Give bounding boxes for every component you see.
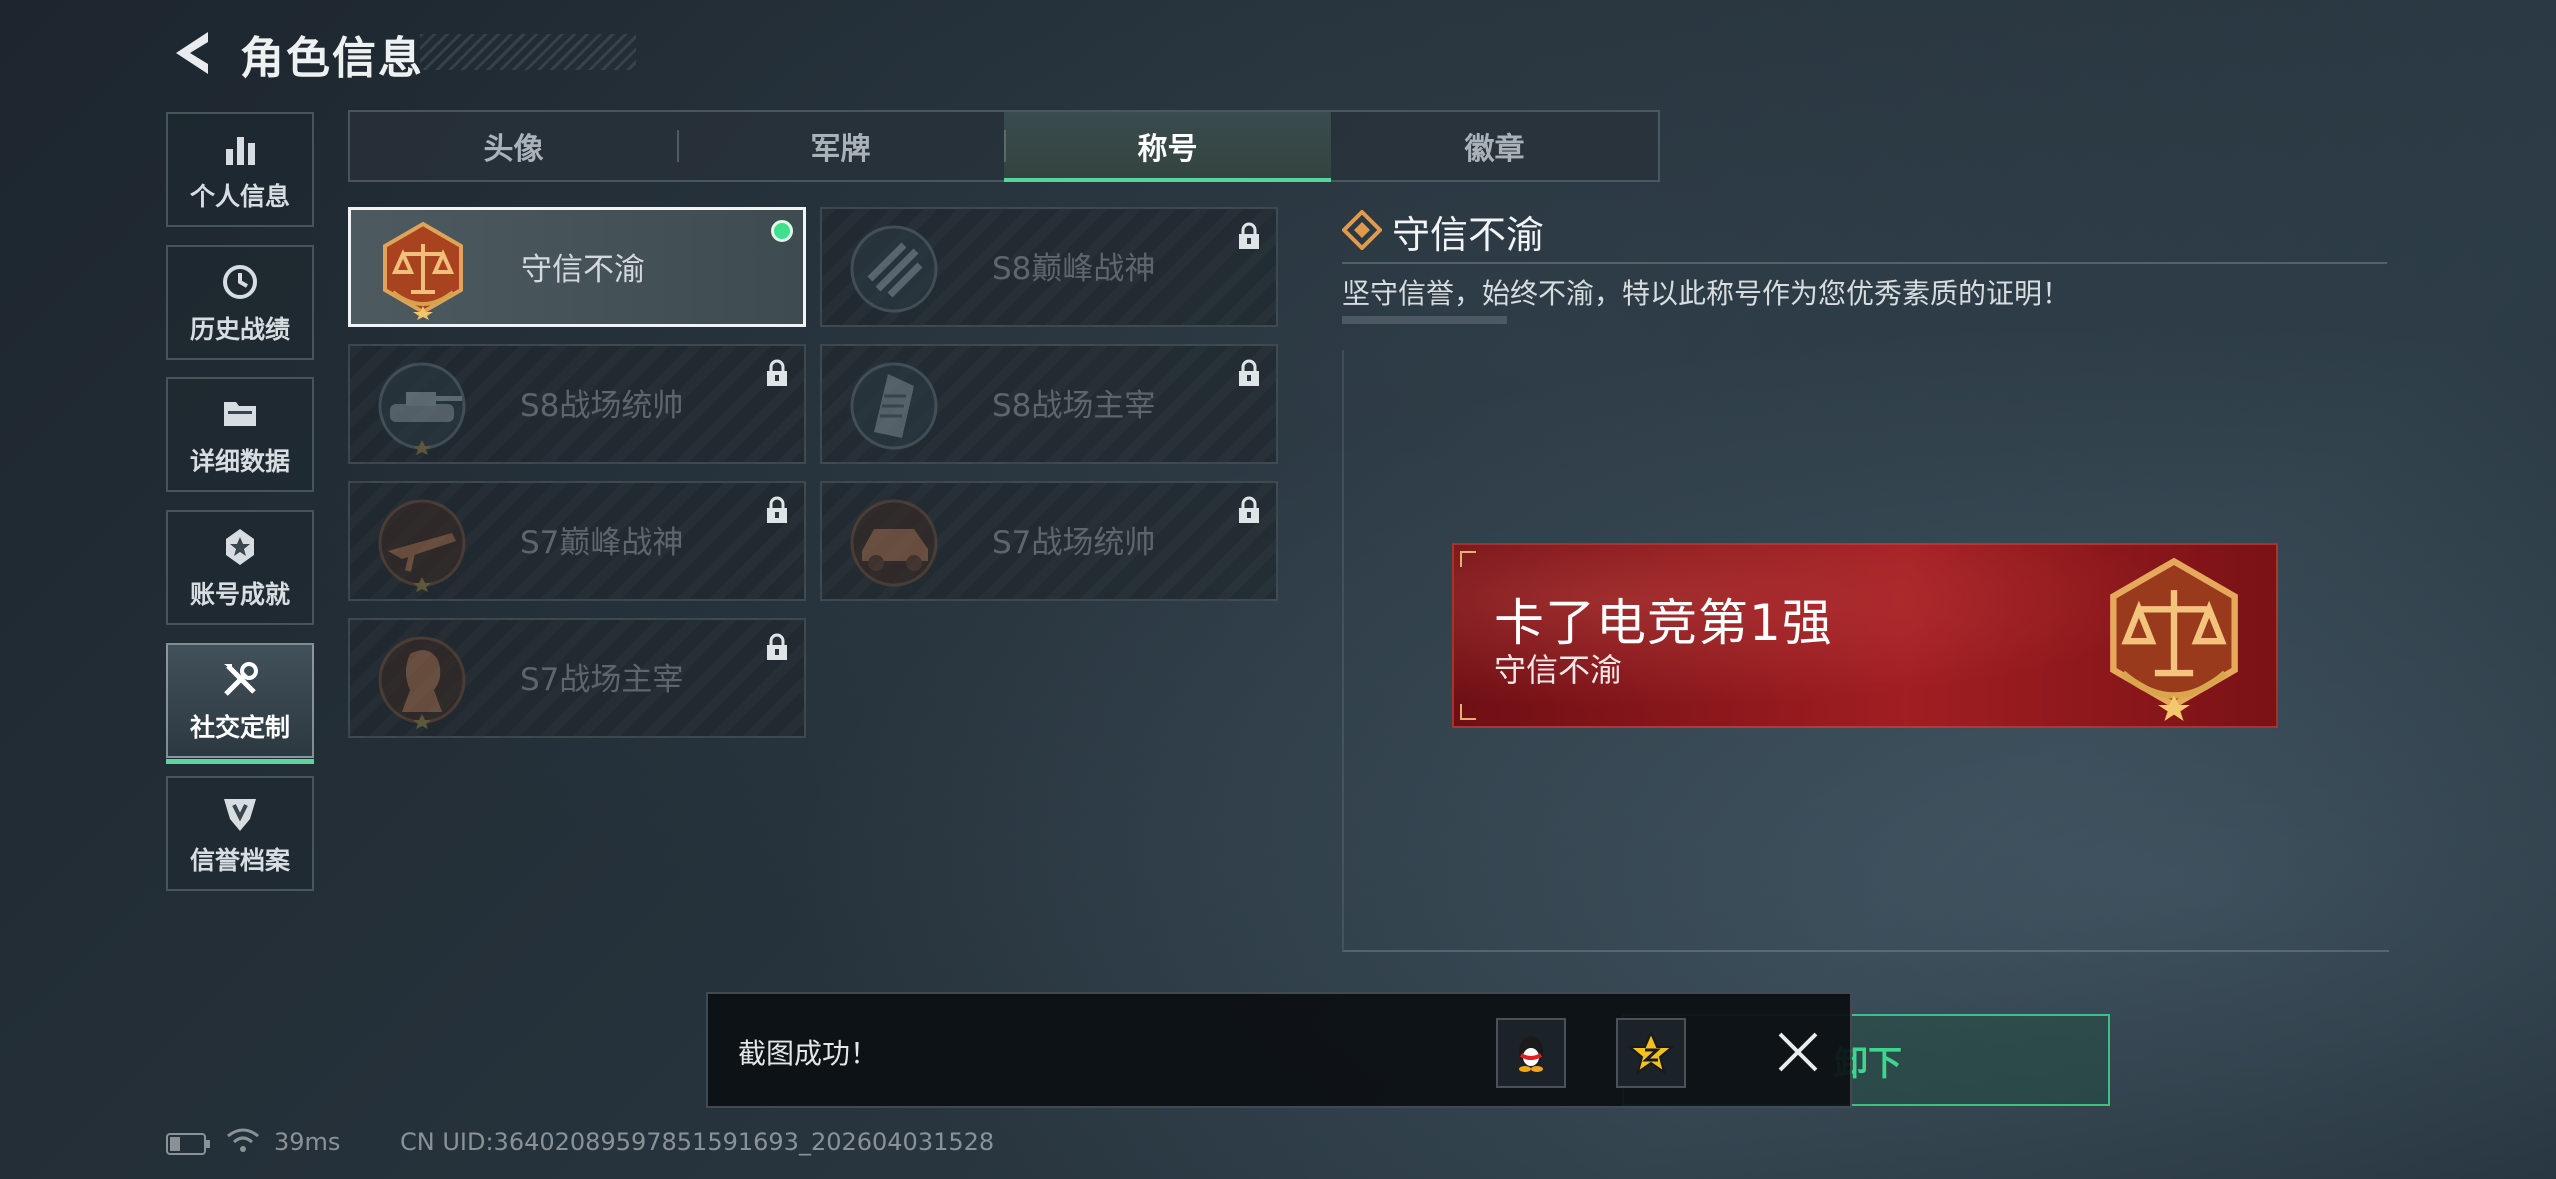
clock-history-icon — [223, 264, 257, 299]
rank-emblem-icon — [850, 225, 938, 313]
qq-share-icon — [1519, 1036, 1543, 1072]
title-card-s8-dominator[interactable]: S8战场主宰 — [820, 344, 1278, 464]
title-decoration — [420, 34, 636, 70]
nav-label: 历史战绩 — [189, 314, 290, 344]
banner-title: 守信不渝 — [1494, 651, 1623, 689]
title-card-label: S7战场统帅 — [992, 525, 1156, 561]
tab-badge[interactable]: 徽章 — [1331, 112, 1658, 180]
nav-label: 信誉档案 — [189, 845, 290, 875]
title-card-label: 守信不渝 — [521, 252, 645, 288]
building-emblem-icon — [850, 362, 938, 450]
nav-item-personal-info[interactable]: 个人信息 — [166, 112, 314, 227]
folder-icon — [224, 401, 256, 426]
vehicle-emblem-icon — [850, 499, 938, 587]
detail-subtext — [1342, 316, 1507, 324]
title-card-s8-commander[interactable]: S8战场统帅 — [348, 344, 806, 464]
achievement-icon — [226, 528, 254, 565]
lock-icon — [1239, 359, 1259, 386]
qzone-share-button[interactable] — [1616, 1018, 1686, 1088]
equipped-indicator — [771, 220, 793, 242]
toast-message: 截图成功！ — [738, 1037, 879, 1070]
battery-icon — [166, 1133, 210, 1155]
banner-corner — [1460, 704, 1476, 720]
title-card-s7-peak[interactable]: S7巅峰战神 — [348, 481, 806, 601]
banner-corner — [1460, 551, 1476, 567]
lock-icon — [767, 359, 787, 386]
title-card-label: S7战场主宰 — [520, 662, 684, 698]
divider — [1342, 262, 2387, 264]
title-banner-preview: 卡了电竞第1强 守信不渝 — [1452, 543, 2278, 728]
nav-item-history[interactable]: 历史战绩 — [166, 245, 314, 360]
ping-readout: 39ms — [274, 1128, 341, 1156]
page-title: 角色信息 — [240, 33, 424, 84]
screenshot-toast: 截图成功！ — [706, 992, 1852, 1108]
lock-icon — [767, 496, 787, 523]
title-card-shouxin[interactable]: 守信不渝 — [348, 207, 806, 327]
scales-emblem-icon — [2110, 557, 2238, 721]
qq-share-button[interactable] — [1496, 1018, 1566, 1088]
title-card-label: S7巅峰战神 — [520, 525, 684, 561]
tab-title[interactable]: 称号 — [1004, 112, 1331, 182]
title-card-s8-peak[interactable]: S8巅峰战神 — [820, 207, 1278, 327]
nav-label: 社交定制 — [189, 712, 290, 742]
qzone-share-icon — [1628, 1030, 1674, 1075]
tab-bar: 头像 军牌 称号 徽章 — [348, 110, 1660, 182]
scales-emblem-icon — [383, 221, 463, 320]
title-card-s7-dominator[interactable]: S7战场主宰 — [348, 618, 806, 738]
detail-description: 坚守信誉，始终不渝，特以此称号作为您优秀素质的证明！ — [1342, 277, 2071, 310]
tab-dog-tag[interactable]: 军牌 — [677, 112, 1004, 180]
nav-item-credit-record[interactable]: 信誉档案 — [166, 776, 314, 891]
tools-icon — [224, 661, 258, 696]
nav-item-detailed-data[interactable]: 详细数据 — [166, 377, 314, 492]
nav-label: 账号成就 — [189, 579, 290, 609]
tab-avatar[interactable]: 头像 — [350, 112, 677, 180]
lock-icon — [1239, 496, 1259, 523]
title-card-label: S8战场主宰 — [992, 388, 1156, 424]
title-card-label: S8巅峰战神 — [992, 251, 1156, 287]
wifi-icon — [227, 1128, 259, 1152]
nav-item-social-custom[interactable]: 社交定制 — [166, 643, 314, 764]
bar-chart-icon — [226, 136, 255, 165]
tank-emblem-icon — [378, 362, 466, 455]
diamond-title-icon — [1342, 210, 1382, 250]
rifle-emblem-icon — [378, 499, 466, 592]
title-card-s7-commander[interactable]: S7战场统帅 — [820, 481, 1278, 601]
uid-readout: CN UID:3640208959785159​1693_20260403152… — [400, 1128, 995, 1156]
nav-label: 个人信息 — [189, 181, 290, 211]
soldier-emblem-icon — [378, 636, 466, 729]
nav-item-achievements[interactable]: 账号成就 — [166, 510, 314, 625]
nav-label: 详细数据 — [189, 446, 290, 476]
title-card-label: S8战场统帅 — [520, 388, 684, 424]
detail-title: 守信不渝 — [1392, 213, 1545, 257]
close-icon[interactable] — [1768, 1022, 1828, 1082]
shield-badge-icon — [224, 798, 256, 831]
lock-icon — [767, 633, 787, 660]
back-arrow-icon[interactable] — [168, 28, 214, 78]
lock-icon — [1239, 222, 1259, 249]
